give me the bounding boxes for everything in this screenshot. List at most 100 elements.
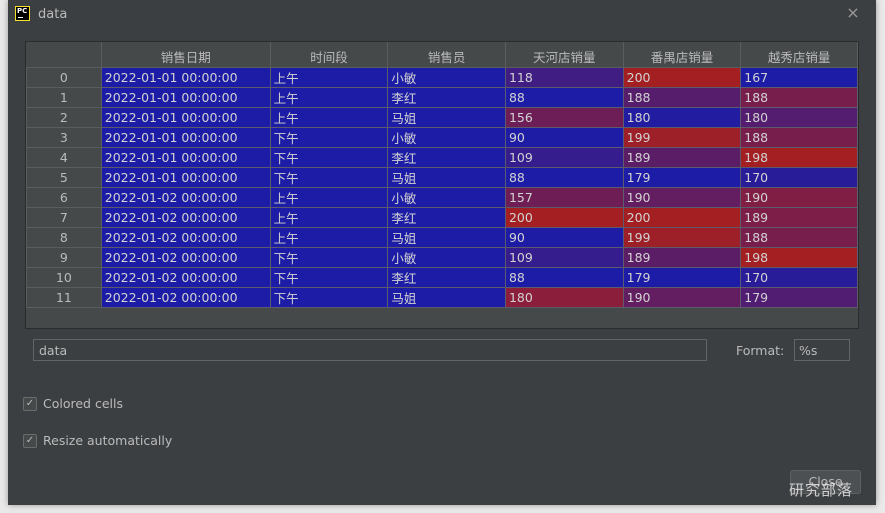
cell-sale-date[interactable]: 2022-01-01 00:00:00 bbox=[100, 127, 271, 148]
cell-panyu-sales[interactable]: 179 bbox=[622, 267, 742, 288]
header-period[interactable]: 时间段 bbox=[270, 42, 389, 68]
cell-seller[interactable]: 小敏 bbox=[387, 127, 506, 148]
cell-sale-date[interactable]: 2022-01-02 00:00:00 bbox=[100, 207, 271, 228]
cell-tianhe-sales[interactable]: 90 bbox=[504, 227, 624, 248]
cell-period[interactable]: 下午 bbox=[269, 267, 389, 288]
checkmark-icon[interactable]: ✓ bbox=[23, 396, 37, 411]
cell-tianhe-sales[interactable]: 118 bbox=[504, 67, 624, 88]
cell-tianhe-sales[interactable]: 88 bbox=[504, 87, 624, 108]
table-row[interactable]: 3 2022-01-01 00:00:00 下午 小敏 90 199 188 bbox=[26, 127, 858, 148]
cell-period[interactable]: 下午 bbox=[269, 287, 389, 308]
header-panyu-sales[interactable]: 番禺店销量 bbox=[623, 42, 742, 68]
cell-seller[interactable]: 小敏 bbox=[387, 187, 506, 208]
cell-period[interactable]: 上午 bbox=[269, 67, 389, 88]
close-icon[interactable]: × bbox=[846, 5, 860, 21]
table-row[interactable]: 0 2022-01-01 00:00:00 上午 小敏 118 200 167 bbox=[26, 67, 858, 88]
cell-sale-date[interactable]: 2022-01-01 00:00:00 bbox=[100, 107, 271, 128]
cell-panyu-sales[interactable]: 199 bbox=[622, 127, 742, 148]
table-row[interactable]: 1 2022-01-01 00:00:00 上午 李红 88 188 188 bbox=[26, 87, 858, 108]
cell-yuexiu-sales[interactable]: 188 bbox=[740, 227, 858, 248]
cell-sale-date[interactable]: 2022-01-01 00:00:00 bbox=[100, 67, 271, 88]
cell-seller[interactable]: 马姐 bbox=[387, 107, 506, 128]
cell-yuexiu-sales[interactable]: 188 bbox=[740, 127, 858, 148]
cell-yuexiu-sales[interactable]: 180 bbox=[740, 107, 858, 128]
cell-tianhe-sales[interactable]: 200 bbox=[504, 207, 624, 228]
cell-seller[interactable]: 李红 bbox=[387, 207, 506, 228]
cell-period[interactable]: 上午 bbox=[269, 87, 389, 108]
cell-tianhe-sales[interactable]: 88 bbox=[504, 167, 624, 188]
cell-period[interactable]: 上午 bbox=[269, 207, 389, 228]
cell-tianhe-sales[interactable]: 180 bbox=[504, 287, 624, 308]
cell-tianhe-sales[interactable]: 90 bbox=[504, 127, 624, 148]
cell-panyu-sales[interactable]: 189 bbox=[622, 247, 742, 268]
cell-sale-date[interactable]: 2022-01-02 00:00:00 bbox=[100, 247, 271, 268]
row-index[interactable]: 5 bbox=[26, 167, 102, 188]
header-seller[interactable]: 销售员 bbox=[387, 42, 506, 68]
table-row[interactable]: 10 2022-01-02 00:00:00 下午 李红 88 179 170 bbox=[26, 267, 858, 288]
row-index[interactable]: 3 bbox=[26, 127, 102, 148]
cell-period[interactable]: 下午 bbox=[269, 147, 389, 168]
cell-yuexiu-sales[interactable]: 170 bbox=[740, 167, 858, 188]
cell-seller[interactable]: 小敏 bbox=[387, 247, 506, 268]
header-yuexiu-sales[interactable]: 越秀店销量 bbox=[740, 42, 858, 68]
table-row[interactable]: 7 2022-01-02 00:00:00 上午 李红 200 200 189 bbox=[26, 207, 858, 228]
resize-automatically-checkbox[interactable]: ✓ Resize automatically bbox=[23, 433, 172, 448]
row-index[interactable]: 1 bbox=[26, 87, 102, 108]
cell-panyu-sales[interactable]: 190 bbox=[622, 187, 742, 208]
cell-seller[interactable]: 李红 bbox=[387, 267, 506, 288]
cell-yuexiu-sales[interactable]: 179 bbox=[740, 287, 858, 308]
close-button[interactable]: Close bbox=[790, 470, 861, 494]
cell-panyu-sales[interactable]: 200 bbox=[622, 67, 742, 88]
cell-yuexiu-sales[interactable]: 189 bbox=[740, 207, 858, 228]
data-grid[interactable]: 销售日期 时间段 销售员 天河店销量 番禺店销量 越秀店销量 0 2022-01-… bbox=[25, 41, 859, 329]
cell-panyu-sales[interactable]: 189 bbox=[622, 147, 742, 168]
cell-tianhe-sales[interactable]: 157 bbox=[504, 187, 624, 208]
cell-panyu-sales[interactable]: 188 bbox=[622, 87, 742, 108]
table-row[interactable]: 5 2022-01-01 00:00:00 下午 马姐 88 179 170 bbox=[26, 167, 858, 188]
row-index[interactable]: 11 bbox=[26, 287, 102, 308]
table-row[interactable]: 9 2022-01-02 00:00:00 下午 小敏 109 189 198 bbox=[26, 247, 858, 268]
row-index[interactable]: 0 bbox=[26, 67, 102, 88]
format-field[interactable] bbox=[794, 339, 850, 361]
cell-tianhe-sales[interactable]: 109 bbox=[504, 147, 624, 168]
cell-period[interactable]: 下午 bbox=[269, 127, 389, 148]
row-index[interactable]: 8 bbox=[26, 227, 102, 248]
row-index[interactable]: 7 bbox=[26, 207, 102, 228]
table-row[interactable]: 11 2022-01-02 00:00:00 下午 马姐 180 190 179 bbox=[26, 287, 858, 308]
cell-tianhe-sales[interactable]: 88 bbox=[504, 267, 624, 288]
row-index[interactable]: 4 bbox=[26, 147, 102, 168]
cell-seller[interactable]: 小敏 bbox=[387, 67, 506, 88]
cell-period[interactable]: 上午 bbox=[269, 107, 389, 128]
cell-sale-date[interactable]: 2022-01-02 00:00:00 bbox=[100, 227, 271, 248]
cell-period[interactable]: 下午 bbox=[269, 167, 389, 188]
cell-yuexiu-sales[interactable]: 190 bbox=[740, 187, 858, 208]
row-index[interactable]: 10 bbox=[26, 267, 102, 288]
cell-panyu-sales[interactable]: 190 bbox=[622, 287, 742, 308]
colored-cells-checkbox[interactable]: ✓ Colored cells bbox=[23, 396, 123, 411]
cell-tianhe-sales[interactable]: 156 bbox=[504, 107, 624, 128]
cell-yuexiu-sales[interactable]: 167 bbox=[740, 67, 858, 88]
cell-yuexiu-sales[interactable]: 188 bbox=[740, 87, 858, 108]
cell-sale-date[interactable]: 2022-01-01 00:00:00 bbox=[100, 87, 271, 108]
cell-seller[interactable]: 李红 bbox=[387, 147, 506, 168]
cell-tianhe-sales[interactable]: 109 bbox=[504, 247, 624, 268]
cell-seller[interactable]: 马姐 bbox=[387, 227, 506, 248]
cell-sale-date[interactable]: 2022-01-01 00:00:00 bbox=[100, 167, 271, 188]
cell-seller[interactable]: 马姐 bbox=[387, 167, 506, 188]
cell-yuexiu-sales[interactable]: 198 bbox=[740, 147, 858, 168]
cell-sale-date[interactable]: 2022-01-02 00:00:00 bbox=[100, 187, 271, 208]
cell-period[interactable]: 下午 bbox=[269, 247, 389, 268]
cell-panyu-sales[interactable]: 180 bbox=[622, 107, 742, 128]
table-row[interactable]: 4 2022-01-01 00:00:00 下午 李红 109 189 198 bbox=[26, 147, 858, 168]
row-index[interactable]: 2 bbox=[26, 107, 102, 128]
cell-sale-date[interactable]: 2022-01-02 00:00:00 bbox=[100, 287, 271, 308]
cell-panyu-sales[interactable]: 200 bbox=[622, 207, 742, 228]
cell-sale-date[interactable]: 2022-01-01 00:00:00 bbox=[100, 147, 271, 168]
cell-panyu-sales[interactable]: 199 bbox=[622, 227, 742, 248]
cell-period[interactable]: 上午 bbox=[269, 227, 389, 248]
table-row[interactable]: 8 2022-01-02 00:00:00 上午 马姐 90 199 188 bbox=[26, 227, 858, 248]
cell-sale-date[interactable]: 2022-01-02 00:00:00 bbox=[100, 267, 271, 288]
cell-yuexiu-sales[interactable]: 198 bbox=[740, 247, 858, 268]
cell-period[interactable]: 上午 bbox=[269, 187, 389, 208]
expression-field[interactable] bbox=[33, 339, 707, 361]
